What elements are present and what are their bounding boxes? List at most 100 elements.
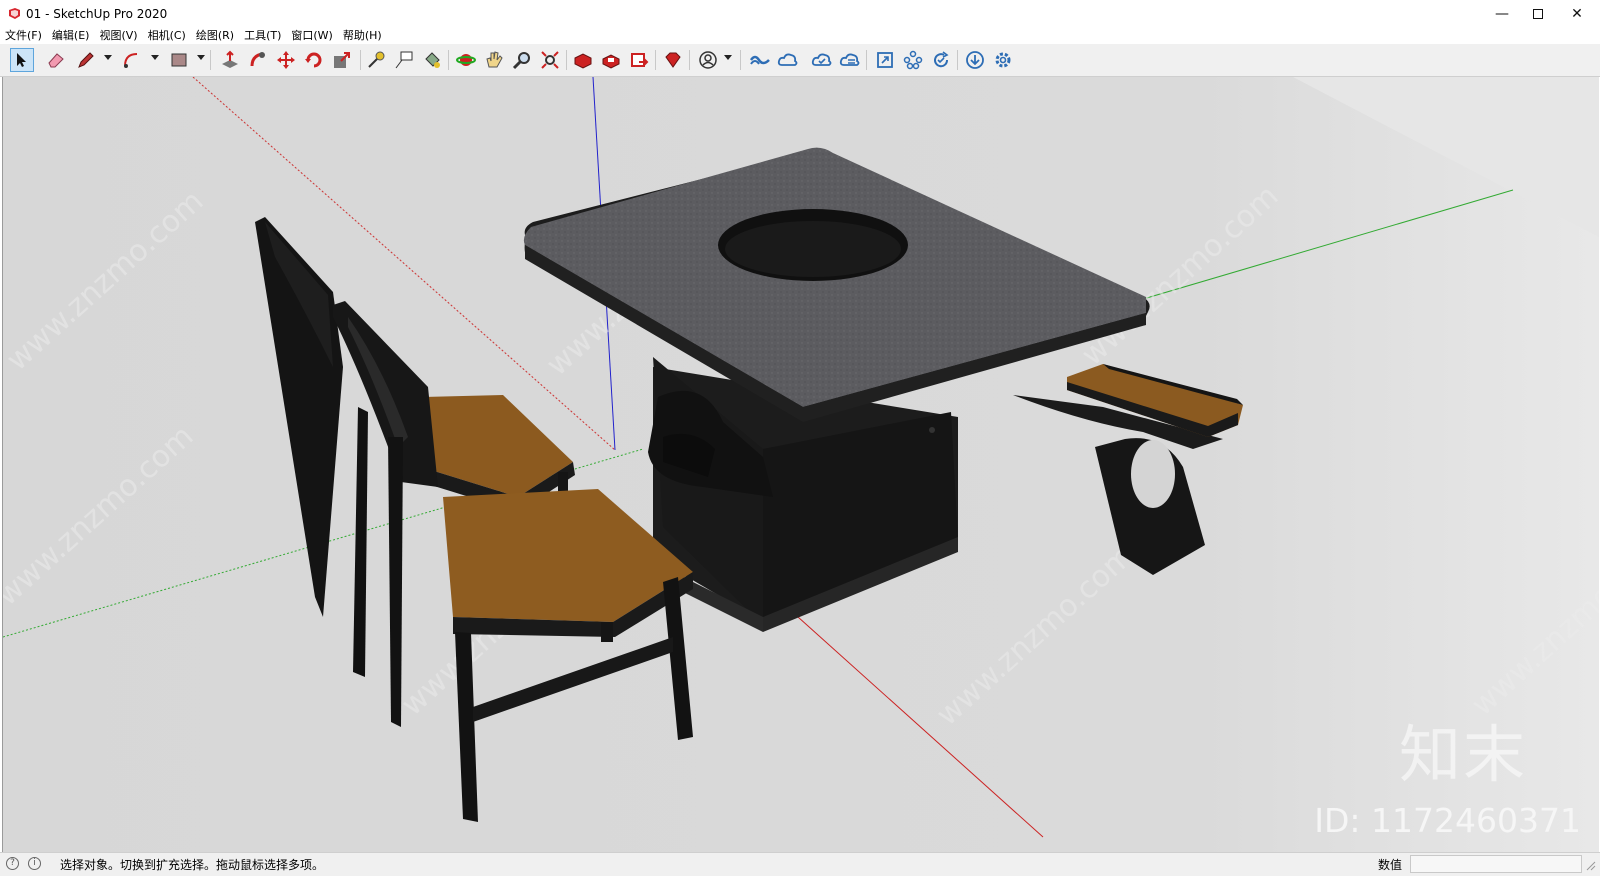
rotate-icon	[305, 52, 322, 68]
tape-measure-icon	[368, 51, 385, 68]
push-pull-icon	[222, 50, 238, 68]
add-location-button[interactable]	[810, 48, 834, 72]
eraser-icon	[48, 53, 64, 68]
zoom-magnifier-icon	[512, 52, 530, 70]
orbit-tool-button[interactable]	[454, 48, 478, 72]
pencil-icon	[78, 52, 94, 68]
title-bar: 01 - SketchUp Pro 2020 — ✕	[0, 0, 1600, 28]
window-title: 01 - SketchUp Pro 2020	[26, 7, 168, 21]
settings-button[interactable]	[991, 48, 1015, 72]
gear-icon	[995, 52, 1011, 68]
text-label-icon	[395, 51, 413, 69]
eraser-tool-button[interactable]	[44, 48, 68, 72]
model-viewport[interactable]: www.znzmo.com www.znzmo.com www.znzmo.co…	[2, 77, 1599, 852]
menu-camera[interactable]: 相机(C)	[143, 28, 191, 44]
toolbar-separator	[689, 50, 690, 70]
zoom-extents-tool-button[interactable]	[538, 48, 562, 72]
zoom-tool-button[interactable]	[510, 48, 534, 72]
model-info-button[interactable]	[873, 48, 897, 72]
paint-bucket-tool-button[interactable]	[420, 48, 444, 72]
credits-info-icon[interactable]: i	[28, 857, 41, 870]
toolbar-separator	[866, 50, 867, 70]
rectangle-dropdown-arrow[interactable]	[197, 55, 205, 60]
line-dropdown-arrow[interactable]	[104, 55, 112, 60]
main-toolbar	[0, 44, 1600, 77]
maximize-icon	[1533, 9, 1543, 19]
pan-tool-button[interactable]	[482, 48, 506, 72]
3d-warehouse-button[interactable]	[571, 48, 595, 72]
cloud-check-icon	[811, 53, 832, 66]
user-profile-icon	[699, 51, 717, 69]
follow-me-icon	[250, 52, 265, 67]
line-tool-button[interactable]	[74, 48, 98, 72]
components-button[interactable]	[901, 48, 925, 72]
tape-measure-tool-button[interactable]	[364, 48, 388, 72]
move-tool-button[interactable]	[274, 48, 298, 72]
sketchup-app-icon	[9, 8, 20, 19]
watermark-id: ID: 1172460371	[1314, 801, 1581, 840]
scale-icon	[334, 52, 350, 68]
arc-icon	[124, 53, 138, 68]
hand-icon	[486, 51, 503, 68]
scale-tool-button[interactable]	[330, 48, 354, 72]
warehouse-icon	[574, 53, 592, 69]
toolbar-separator	[360, 50, 361, 70]
send-to-layout-button[interactable]	[627, 48, 651, 72]
arc-tool-button[interactable]	[120, 48, 144, 72]
close-icon: ✕	[1571, 6, 1583, 22]
menu-draw[interactable]: 绘图(R)	[191, 28, 239, 44]
status-hint: 选择对象。切换到扩充选择。拖动鼠标选择多项。	[60, 858, 325, 872]
minimize-icon: —	[1495, 6, 1509, 22]
watermark-logo: 知末	[1398, 718, 1527, 791]
menu-help[interactable]: 帮助(H)	[338, 28, 387, 44]
menu-file[interactable]: 文件(F)	[0, 28, 47, 44]
toolbar-separator	[210, 50, 211, 70]
menu-edit[interactable]: 编辑(E)	[47, 28, 95, 44]
select-arrow-icon	[17, 53, 26, 67]
expand-window-icon	[877, 52, 893, 68]
ruby-gem-icon	[665, 52, 681, 68]
extension-warehouse-button[interactable]	[599, 48, 623, 72]
profile-dropdown-arrow[interactable]	[724, 55, 732, 60]
rotate-tool-button[interactable]	[302, 48, 326, 72]
trimble-connect-icon	[749, 55, 770, 65]
toolbar-separator	[448, 50, 449, 70]
rectangle-icon	[171, 53, 187, 67]
measurements-label: 数值	[1378, 858, 1403, 872]
resize-grip-icon[interactable]	[1586, 861, 1596, 871]
download-button[interactable]	[963, 48, 987, 72]
sync-button[interactable]	[838, 48, 862, 72]
menu-view[interactable]: 视图(V)	[94, 28, 142, 44]
measurements-input[interactable]	[1410, 855, 1582, 873]
cloud-list-icon	[839, 53, 860, 66]
zoom-extents-icon	[541, 51, 559, 69]
menu-tools[interactable]: 工具(T)	[239, 28, 286, 44]
layout-icon	[631, 53, 649, 67]
network-nodes-icon	[903, 50, 923, 70]
toolbar-separator	[566, 50, 567, 70]
move-icon	[277, 51, 295, 69]
close-button[interactable]: ✕	[1554, 0, 1600, 28]
status-bar: ? i 选择对象。切换到扩充选择。拖动鼠标选择多项。 数值	[0, 852, 1600, 876]
collaborate-button[interactable]	[776, 48, 800, 72]
select-tool-button[interactable]	[10, 48, 34, 72]
rectangle-tool-button[interactable]	[167, 48, 191, 72]
outliner-button[interactable]	[929, 48, 953, 72]
push-pull-tool-button[interactable]	[218, 48, 242, 72]
geolocation-icon[interactable]: ?	[6, 857, 19, 870]
menu-window[interactable]: 窗口(W)	[286, 28, 337, 44]
scene-canvas[interactable]: www.znzmo.com www.znzmo.com www.znzmo.co…	[3, 77, 1599, 852]
refresh-check-icon	[934, 51, 949, 68]
arc-dropdown-arrow[interactable]	[151, 55, 159, 60]
extension-manager-button[interactable]	[661, 48, 685, 72]
text-tool-button[interactable]	[392, 48, 416, 72]
extension-warehouse-icon	[602, 54, 620, 69]
toolbar-separator	[957, 50, 958, 70]
trimble-connect-button[interactable]	[748, 48, 772, 72]
follow-me-tool-button[interactable]	[246, 48, 270, 72]
cloud-share-icon	[777, 53, 798, 66]
paint-bucket-icon	[425, 52, 440, 68]
download-circle-icon	[966, 51, 984, 69]
profile-button[interactable]	[696, 48, 720, 72]
orbit-icon	[456, 54, 476, 66]
